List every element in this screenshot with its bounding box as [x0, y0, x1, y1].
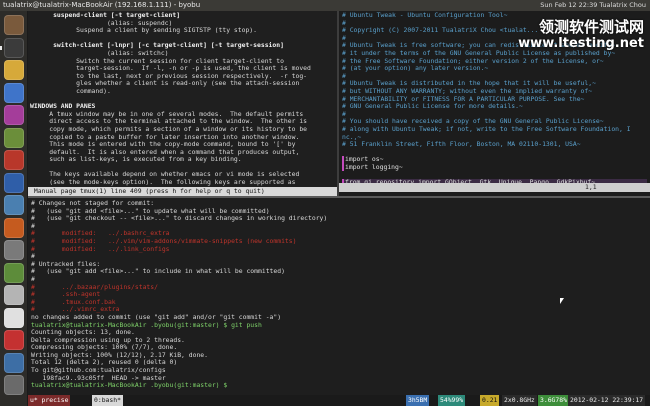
shell-output-line: # (use "git add <file>..." to include in…: [31, 267, 285, 276]
chromium-icon[interactable]: [4, 82, 24, 103]
man-line: Suspend a client by sending SIGTSTP (tty…: [30, 26, 258, 35]
panel-indicators[interactable]: Sun Feb 12 22:39 Tualatrix Chou: [540, 0, 646, 11]
filezilla-icon[interactable]: [4, 150, 24, 170]
vim-editor-pane[interactable]: # Ubuntu Tweak - Ubuntu Configuration To…: [339, 11, 650, 197]
byobu-status-bar: u* precise 0:bash* 3h5BM 54%99% 0.21 2x0.8G…: [28, 395, 650, 406]
opera-icon[interactable]: [4, 330, 24, 350]
vim-line: # (at your option) any later version.~: [342, 64, 489, 73]
software-center-icon[interactable]: [4, 217, 24, 238]
man-line: command).: [30, 86, 111, 95]
vim-line: # 51 Franklin Street, Fifth Floor, Bosto…: [342, 140, 581, 149]
cog-icon[interactable]: [4, 262, 24, 283]
window-title: tualatrix@tualatrix-MacBookAir (192.168.…: [3, 1, 201, 9]
watermark: 领测软件测试网 www.ltesting.net: [518, 18, 644, 52]
terminal-icon[interactable]: [4, 37, 24, 58]
byobu-status-item: 2x0.8GHz: [502, 395, 537, 406]
shell-output-line: # (use "git checkout -- <file>..." to di…: [31, 214, 328, 223]
man-page-status-line: Manual page tmux(1) line 409 (press h fo…: [28, 187, 337, 196]
vim-line: import logging~: [342, 163, 647, 172]
ubuntu-tweak-icon[interactable]: [4, 195, 24, 215]
shell-output-line: # .tmux.conf.bak: [31, 297, 116, 306]
vim-line: # along with Ubuntu Tweak; if not, write…: [342, 124, 631, 133]
man-line: such as list-keys, is executed from a ke…: [30, 155, 242, 164]
man-page-pane[interactable]: suspend-client [-t target-client] (alias…: [28, 11, 337, 197]
docs-icon[interactable]: [4, 172, 24, 193]
watermark-cn: 领测软件测试网: [538, 18, 644, 36]
unity-launcher: [0, 11, 28, 406]
byobu-status-item: 3h5BM: [406, 395, 430, 406]
byobu-status-item: 2012-02-12 22:39:17: [568, 395, 646, 406]
system-settings-icon[interactable]: [4, 240, 24, 260]
vim-line: [342, 149, 647, 157]
shell-output-line: #: [31, 252, 35, 261]
byobu-status-item: 54%99%: [438, 395, 466, 406]
xchat-icon[interactable]: [4, 127, 24, 148]
shell-prompt-line: tualatrix@tualatrix-MacBookAir .byobu(gi…: [31, 381, 232, 390]
man-line: (see the mode-keys option). The followin…: [30, 178, 296, 187]
shell-output-line: # ../.bazaar/plugins/stats/: [31, 282, 158, 291]
vim-cursor-position: 1,1: [585, 183, 597, 191]
byobu-session-name: u* precise: [28, 395, 71, 406]
trash-icon[interactable]: [4, 375, 24, 395]
vim-line: # GNU General Public License for more de…: [342, 102, 523, 111]
ubuntu-dash-icon[interactable]: [4, 15, 24, 35]
byobu-status-item: 3.6G78%: [538, 395, 569, 406]
empathy-icon[interactable]: [4, 105, 24, 125]
watermark-url: www.ltesting.net: [518, 36, 644, 51]
mouse-pointer-icon: [560, 298, 564, 304]
shell-output-line: # .ssh-agent: [31, 290, 101, 299]
chrome-icon[interactable]: [4, 60, 24, 80]
gedit-icon[interactable]: [4, 307, 24, 328]
byobu-window-tab[interactable]: 0:bash*: [92, 395, 123, 406]
shell-pane[interactable]: # Changes not staged for commit: # (use "…: [28, 198, 650, 395]
vim-status-line: 1,1: [339, 183, 650, 192]
top-panel: tualatrix@tualatrix-MacBookAir (192.168.…: [0, 0, 650, 11]
running-indicator: [0, 45, 2, 50]
workspaces-switcher-icon[interactable]: [4, 352, 24, 373]
workspace-icon[interactable]: [4, 285, 24, 305]
byobu-status-item: 0.21: [480, 395, 500, 406]
shell-output-line: # modified: ../.link_configs: [31, 244, 170, 253]
